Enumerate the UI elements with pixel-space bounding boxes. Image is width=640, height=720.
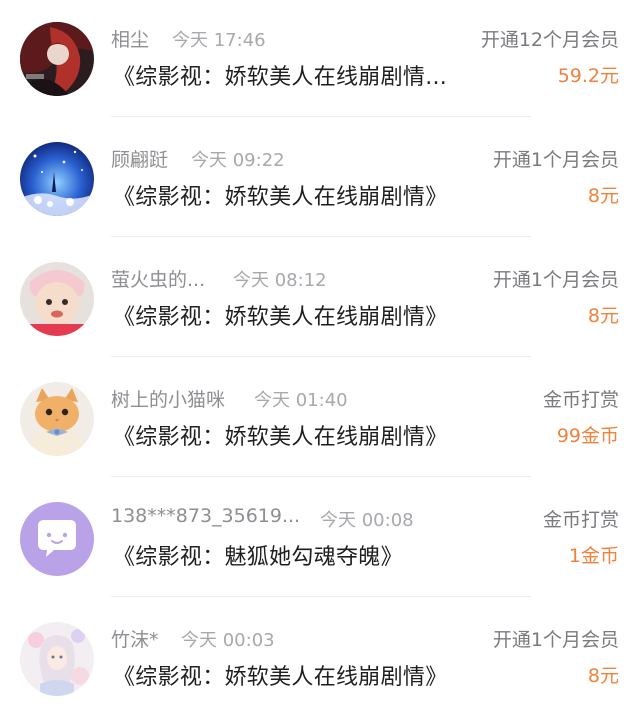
list-item[interactable]: 138***873_35619... 今天 00:08 金币打赏 《综影视：魅狐… bbox=[0, 480, 640, 600]
timestamp: 今天 08:12 bbox=[233, 270, 327, 291]
amount: 8元 bbox=[587, 185, 619, 207]
work-title[interactable]: 《综影视：娇软美人在线崩剧情》 bbox=[113, 659, 448, 691]
amount: 8元 bbox=[587, 305, 619, 327]
baby-photo-avatar-icon[interactable] bbox=[20, 262, 94, 336]
purchase-record-list: 相尘 今天 17:46 开通12个月会员 《综影视：娇软美人在线崩剧情... 5… bbox=[0, 0, 640, 714]
amount: 99金币 bbox=[556, 425, 619, 447]
timestamp: 今天 00:03 bbox=[181, 630, 275, 651]
work-title[interactable]: 《综影视：魅狐她勾魂夺魄》 bbox=[113, 539, 403, 571]
list-item[interactable]: 竹沫* 今天 00:03 开通1个月会员 《综影视：娇软美人在线崩剧情》 8元 bbox=[0, 600, 640, 720]
work-title[interactable]: 《综影视：娇软美人在线崩剧情... bbox=[113, 59, 447, 91]
divider bbox=[111, 116, 531, 117]
divider bbox=[111, 476, 531, 477]
transaction-type: 金币打赏 bbox=[542, 509, 619, 531]
transaction-type: 开通12个月会员 bbox=[480, 29, 619, 51]
timestamp: 今天 01:40 bbox=[254, 390, 348, 411]
list-item[interactable]: 顾翩跹 今天 09:22 开通1个月会员 《综影视：娇软美人在线崩剧情》 8元 bbox=[0, 120, 640, 240]
timestamp: 今天 00:08 bbox=[320, 510, 414, 531]
divider bbox=[111, 236, 531, 237]
user-name[interactable]: 顾翩跹 bbox=[111, 145, 168, 172]
blue-starry-night-avatar-icon[interactable] bbox=[20, 142, 94, 216]
amount: 8元 bbox=[587, 665, 619, 687]
user-name[interactable]: 138***873_35619... bbox=[111, 505, 300, 527]
timestamp: 今天 17:46 bbox=[172, 30, 266, 51]
user-name[interactable]: 竹沫* bbox=[111, 625, 159, 652]
divider bbox=[111, 596, 531, 597]
user-name[interactable]: 萤火虫的... bbox=[111, 265, 205, 292]
dark-red-hair-anime-avatar-icon[interactable] bbox=[20, 22, 94, 96]
transaction-type: 开通1个月会员 bbox=[492, 269, 619, 291]
timestamp: 今天 09:22 bbox=[191, 150, 285, 171]
user-name[interactable]: 树上的小猫咪 bbox=[111, 385, 225, 412]
transaction-type: 开通1个月会员 bbox=[492, 629, 619, 651]
orange-cat-bowtie-avatar-icon[interactable] bbox=[20, 382, 94, 456]
work-title[interactable]: 《综影视：娇软美人在线崩剧情》 bbox=[113, 419, 448, 451]
transaction-type: 开通1个月会员 bbox=[492, 149, 619, 171]
work-title[interactable]: 《综影视：娇软美人在线崩剧情》 bbox=[113, 299, 448, 331]
purple-chat-bubble-avatar-icon[interactable] bbox=[20, 502, 94, 576]
transaction-type: 金币打赏 bbox=[542, 389, 619, 411]
amount: 59.2元 bbox=[557, 65, 619, 87]
amount: 1金币 bbox=[568, 545, 619, 567]
user-name[interactable]: 相尘 bbox=[111, 25, 149, 52]
divider bbox=[111, 356, 531, 357]
list-item[interactable]: 相尘 今天 17:46 开通12个月会员 《综影视：娇软美人在线崩剧情... 5… bbox=[0, 0, 640, 120]
pastel-floral-girl-avatar-icon[interactable] bbox=[20, 622, 94, 696]
work-title[interactable]: 《综影视：娇软美人在线崩剧情》 bbox=[113, 179, 448, 211]
list-item[interactable]: 树上的小猫咪 今天 01:40 金币打赏 《综影视：娇软美人在线崩剧情》 99金… bbox=[0, 360, 640, 480]
list-item[interactable]: 萤火虫的... 今天 08:12 开通1个月会员 《综影视：娇软美人在线崩剧情》… bbox=[0, 240, 640, 360]
